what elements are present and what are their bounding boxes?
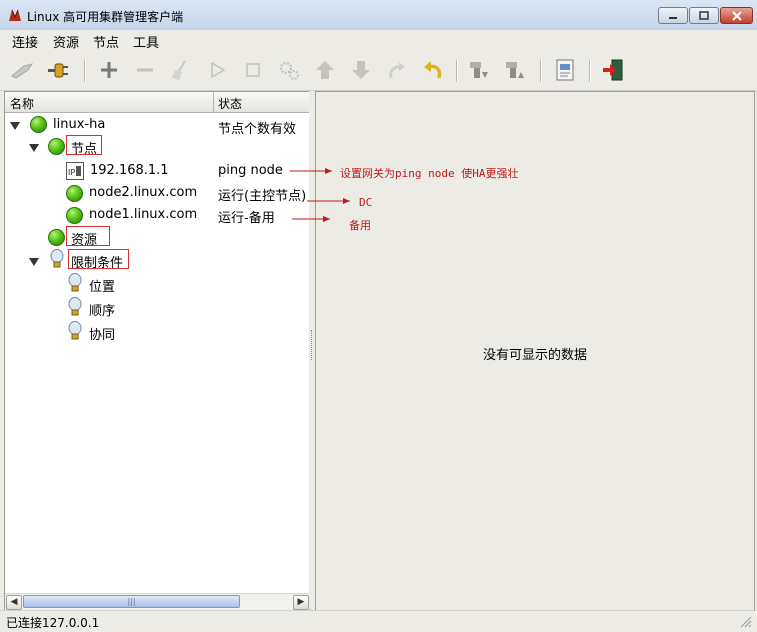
annotation-standby: 备用 [349,219,371,232]
annotation-arrows [290,168,350,222]
annotation-dc: DC [359,196,373,209]
annotation-ping-node: 设置网关为ping node 使HA更强壮 [340,167,519,180]
